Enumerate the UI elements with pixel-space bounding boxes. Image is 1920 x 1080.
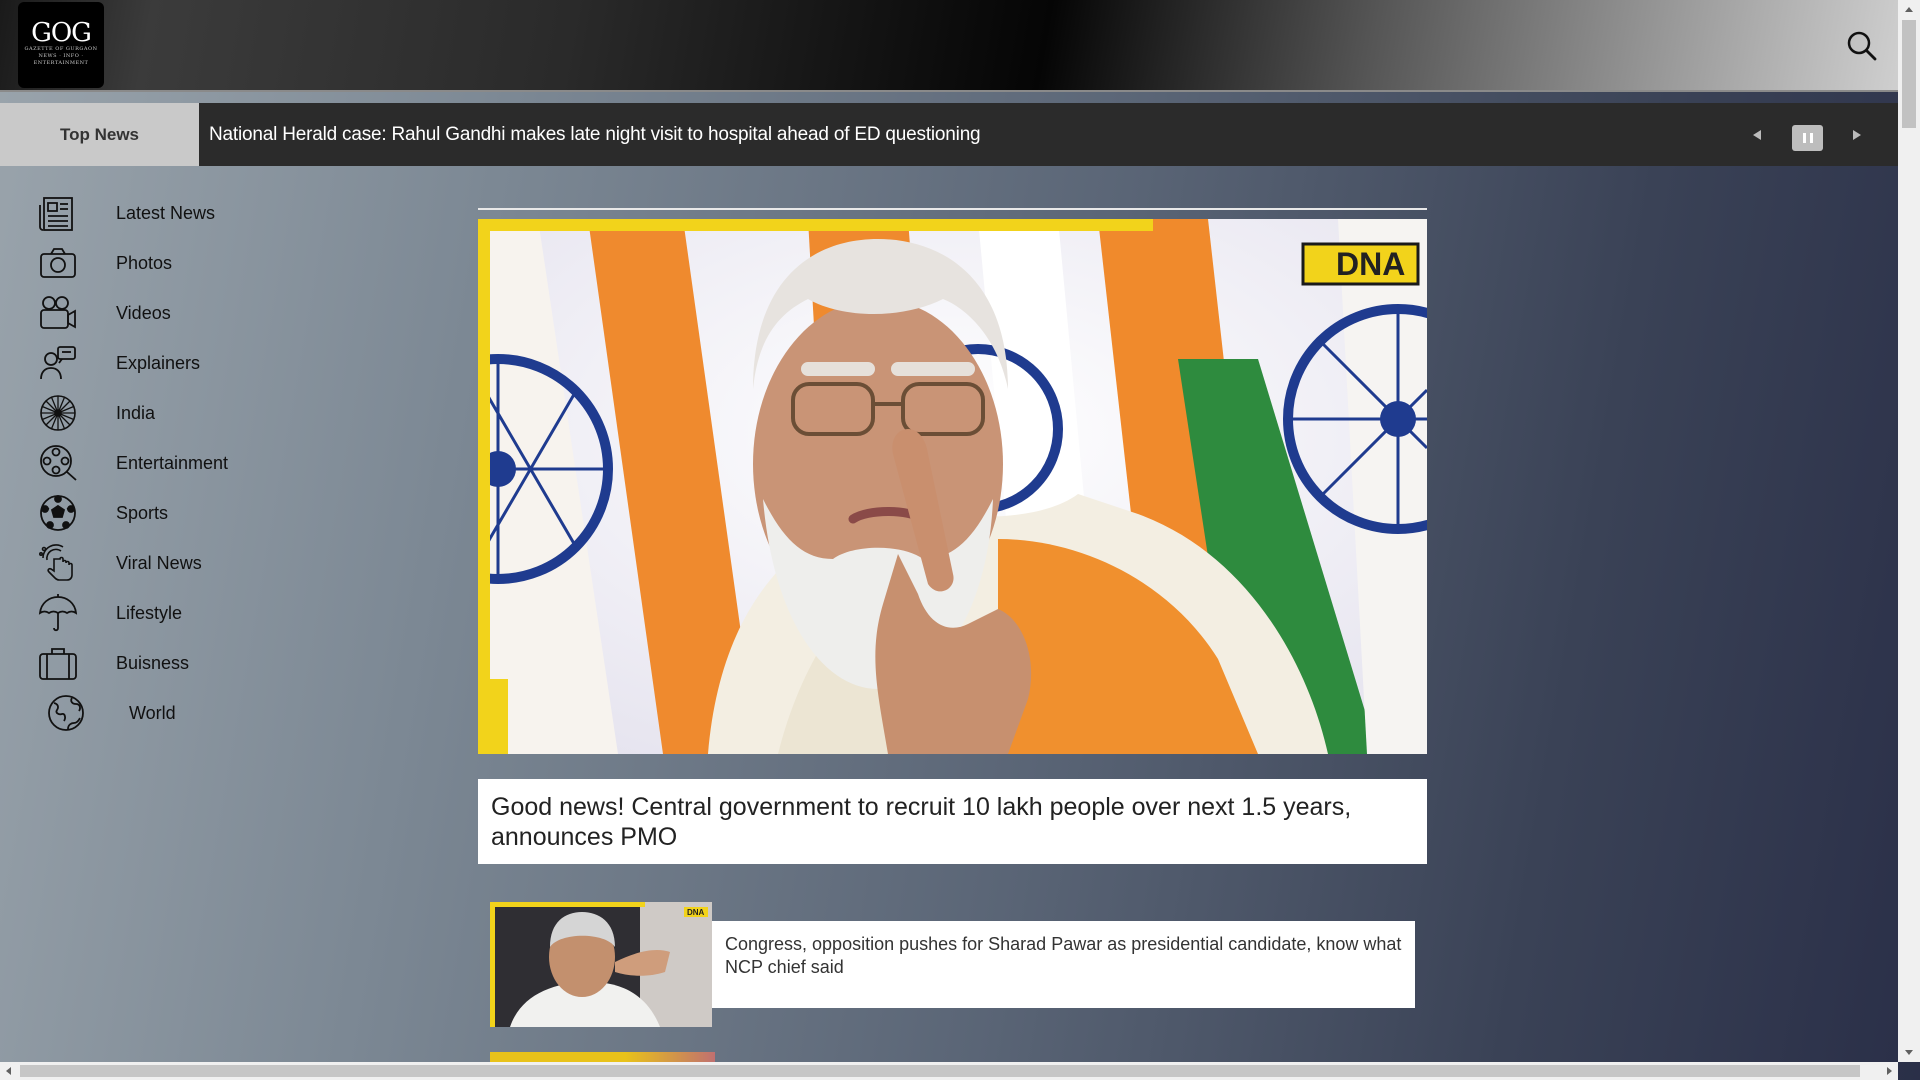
sidebar-item-label: Videos (116, 302, 171, 323)
presenter-icon (36, 341, 80, 385)
sidebar-item-label: India (116, 402, 156, 423)
ashoka-chakra-icon (36, 391, 80, 435)
ticker-label: Top News (0, 103, 199, 166)
vertical-scrollbar[interactable] (1898, 0, 1920, 1062)
hero-article-image[interactable]: DNA (478, 219, 1427, 754)
sidebar-item-photos[interactable]: Photos (36, 238, 416, 288)
card-photo: DNA (490, 902, 712, 1027)
sidebar-item-label: Viral News (116, 552, 202, 573)
hero-article-headline[interactable]: Good news! Central government to recruit… (478, 779, 1427, 864)
sidebar-item-lifestyle[interactable]: Lifestyle (36, 588, 416, 638)
ticker-prev-button[interactable] (1745, 123, 1769, 147)
vertical-scroll-thumb[interactable] (1902, 20, 1916, 128)
category-sidebar: Latest News Photos Videos Explainers Ind… (36, 188, 416, 738)
touch-viral-icon (36, 541, 80, 585)
hero-badge-text: DNA (1336, 246, 1405, 282)
triangle-left-icon (1753, 130, 1761, 140)
umbrella-icon (36, 591, 80, 635)
content-divider (478, 208, 1427, 210)
sidebar-item-business[interactable]: Buisness (36, 638, 416, 688)
ticker-headline[interactable]: National Herald case: Rahul Gandhi makes… (209, 103, 981, 166)
sidebar-item-india[interactable]: India (36, 388, 416, 438)
briefcase-icon (36, 641, 80, 685)
sidebar-item-label: Buisness (116, 652, 190, 673)
scroll-left-icon (6, 1067, 11, 1075)
scroll-up-icon (1905, 7, 1913, 12)
ticker-next-button[interactable] (1845, 123, 1869, 147)
logo-mark: GOG (31, 18, 92, 48)
card-badge-text: DNA (687, 908, 705, 917)
sidebar-item-label: World (129, 702, 176, 723)
sidebar-item-label: Latest News (116, 202, 216, 223)
video-camera-icon (36, 291, 80, 335)
sidebar-item-world[interactable]: World (36, 688, 416, 738)
article-card-image[interactable]: DNA (490, 902, 712, 1027)
horizontal-scroll-thumb[interactable] (20, 1065, 1860, 1077)
scroll-right-icon (1887, 1067, 1892, 1075)
sidebar-item-label: Entertainment (116, 452, 229, 473)
sidebar-item-videos[interactable]: Videos (36, 288, 416, 338)
dna-badge: DNA (1301, 242, 1420, 286)
hero-photo: DNA (478, 219, 1427, 754)
logo-tagline: GAZETTE OF GURGAON (24, 46, 98, 52)
logo-subtag: NEWS · INFO · ENTERTAINMENT (33, 53, 89, 66)
sidebar-item-viral-news[interactable]: Viral News (36, 538, 416, 588)
globe-icon (44, 691, 88, 735)
football-icon (36, 491, 80, 535)
top-news-ticker: Top News National Herald case: Rahul Gan… (0, 103, 1898, 166)
sidebar-item-latest-news[interactable]: Latest News (36, 188, 416, 238)
sidebar-item-label: Photos (116, 252, 173, 273)
sidebar-item-label: Explainers (116, 352, 201, 373)
search-icon[interactable] (1846, 30, 1878, 62)
sidebar-item-entertainment[interactable]: Entertainment (36, 438, 416, 488)
film-reel-icon (36, 441, 80, 485)
sidebar-item-label: Sports (116, 502, 169, 523)
camera-icon (36, 241, 80, 285)
scroll-down-icon (1905, 1050, 1913, 1055)
site-logo[interactable]: GOG GAZETTE OF GURGAON NEWS · INFO · ENT… (18, 2, 104, 88)
sidebar-item-explainers[interactable]: Explainers (36, 338, 416, 388)
sidebar-item-label: Lifestyle (116, 602, 183, 623)
triangle-right-icon (1853, 130, 1861, 140)
sidebar-item-sports[interactable]: Sports (36, 488, 416, 538)
horizontal-scrollbar[interactable] (0, 1062, 1898, 1080)
ticker-pause-button[interactable] (1792, 125, 1823, 151)
article-card-image-partial[interactable] (490, 1052, 715, 1062)
article-card-headline[interactable]: Congress, opposition pushes for Sharad P… (712, 921, 1415, 1008)
newspaper-icon (36, 191, 80, 235)
site-header: GOG GAZETTE OF GURGAON NEWS · INFO · ENT… (0, 0, 1898, 92)
pause-icon (1802, 133, 1813, 143)
